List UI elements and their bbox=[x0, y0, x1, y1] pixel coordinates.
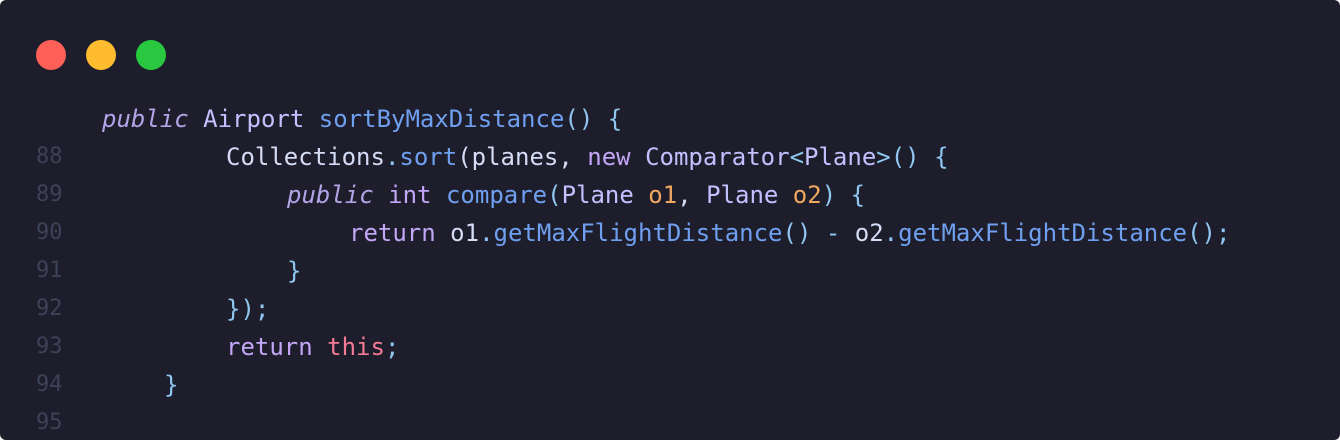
code-token: compare bbox=[445, 181, 548, 209]
minimize-dot-icon[interactable] bbox=[86, 40, 116, 70]
code-token: Airport bbox=[203, 105, 305, 133]
code-text: return this; bbox=[226, 328, 399, 366]
code-text: public int compare(Plane o1, Plane o2) { bbox=[287, 176, 865, 214]
code-text: Collections.sort(planes, new Comparator<… bbox=[226, 138, 949, 176]
code-line: 89 Collections.sort(planes, new Comparat… bbox=[0, 138, 1340, 207]
code-line: 91 return o1.getMaxFlightDistance() - o2… bbox=[0, 214, 1340, 283]
code-token: ) { bbox=[821, 181, 866, 209]
code-token: }); bbox=[226, 295, 270, 323]
code-token: () { bbox=[890, 143, 949, 171]
code-line: 95 } bbox=[0, 366, 1340, 435]
code-token: - bbox=[825, 219, 841, 247]
code-token: < bbox=[789, 143, 805, 171]
code-line: 92 } bbox=[0, 252, 1340, 321]
code-text: }); bbox=[226, 290, 269, 328]
code-window: 88 public Airport sortByMaxDistance() { … bbox=[0, 0, 1340, 440]
code-token: o2 bbox=[840, 219, 884, 247]
code-line: 90 public int compare(Plane o1, Plane o2… bbox=[0, 176, 1340, 245]
code-token: public bbox=[102, 105, 189, 133]
code-text: return o1.getMaxFlightDistance() - o2.ge… bbox=[349, 214, 1230, 252]
code-token: . bbox=[384, 143, 400, 171]
code-line: 93 }); bbox=[0, 290, 1340, 359]
code-token: Plane bbox=[706, 181, 779, 209]
code-token: new bbox=[587, 143, 631, 171]
code-token: getMaxFlightDistance bbox=[898, 219, 1188, 247]
code-token: (); bbox=[1187, 219, 1231, 247]
code-text: public Airport sortByMaxDistance() { bbox=[102, 100, 622, 138]
code-token: ; bbox=[384, 333, 400, 361]
code-token: () bbox=[782, 219, 826, 247]
code-token: } bbox=[164, 371, 179, 399]
code-token: . bbox=[479, 219, 494, 247]
code-text: } bbox=[164, 366, 178, 404]
code-block: 88 public Airport sortByMaxDistance() { … bbox=[0, 100, 1340, 435]
code-token: Comparator bbox=[645, 143, 790, 171]
line-number: 95 bbox=[36, 410, 63, 435]
code-token: Plane bbox=[561, 181, 634, 209]
code-token: Collections bbox=[226, 143, 385, 171]
code-token: sortByMaxDistance bbox=[318, 105, 565, 133]
code-token: return bbox=[226, 333, 313, 361]
code-text: } bbox=[287, 252, 301, 290]
code-token: , bbox=[677, 181, 707, 209]
code-token: Plane bbox=[804, 143, 877, 171]
code-token: public bbox=[287, 181, 374, 209]
code-token: ( bbox=[547, 181, 562, 209]
code-token: this bbox=[327, 333, 385, 361]
code-token: . bbox=[883, 219, 899, 247]
code-token: getMaxFlightDistance bbox=[493, 219, 783, 247]
code-token: () { bbox=[564, 105, 623, 133]
code-token: } bbox=[287, 257, 302, 285]
code-token: o1 bbox=[435, 219, 480, 247]
code-token: o1 bbox=[648, 181, 678, 209]
code-token: > bbox=[876, 143, 891, 171]
code-line: 88 public Airport sortByMaxDistance() { bbox=[0, 100, 1340, 169]
code-token: sort bbox=[399, 143, 458, 171]
code-line: 94 return this; bbox=[0, 328, 1340, 397]
code-token: return bbox=[349, 219, 436, 247]
code-token: int bbox=[388, 181, 432, 209]
code-token: (planes, bbox=[457, 143, 588, 171]
code-token: o2 bbox=[792, 181, 822, 209]
close-dot-icon[interactable] bbox=[36, 40, 66, 70]
maximize-dot-icon[interactable] bbox=[136, 40, 166, 70]
